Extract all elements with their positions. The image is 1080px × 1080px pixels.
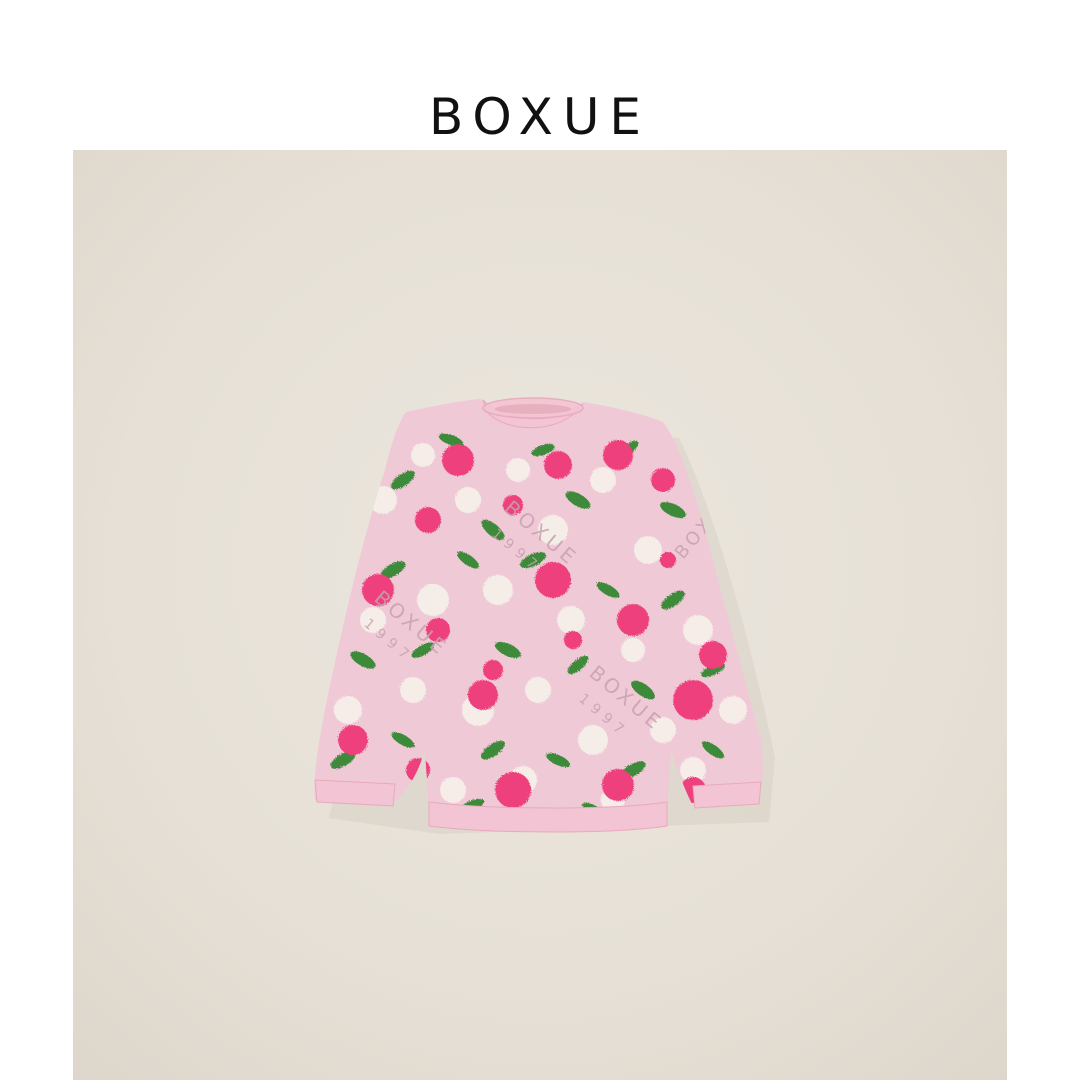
product-page: BOXUE BOXUE 1997 BOXUE 1997 BOXUE 1997 <box>0 0 1080 1080</box>
sweater-illustration: BOXUE 1997 BOXUE 1997 BOXUE 1997 BOXUE <box>73 150 1007 1080</box>
product-image[interactable]: BOXUE 1997 BOXUE 1997 BOXUE 1997 BOXUE <box>73 150 1007 1080</box>
brand-logo-text[interactable]: BOXUE <box>0 82 1080 152</box>
